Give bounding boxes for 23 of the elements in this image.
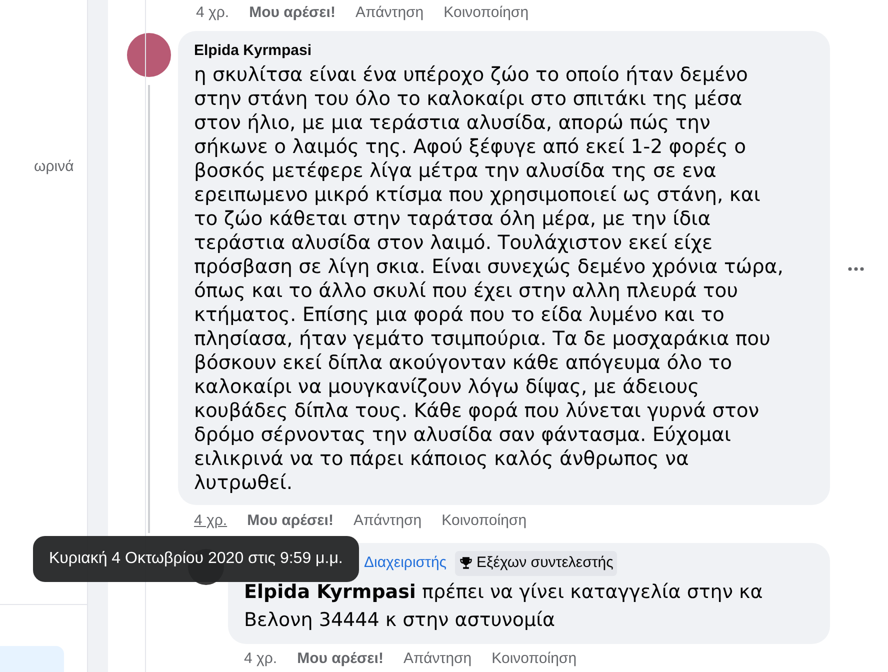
date-tooltip: Κυριακή 4 Οκτωβρίου 2020 στις 9:59 μ.μ. [33, 536, 359, 582]
role-label: Διαχειριστής [364, 553, 447, 573]
reply-link[interactable]: Απάντηση [353, 510, 422, 532]
sidebar-text: ωρινά [34, 158, 74, 175]
reply-link[interactable]: Απάντηση [403, 648, 472, 671]
more-icon[interactable] [848, 266, 864, 272]
reply-text: Elpida Kyrmpasi πρέπει να γίνει καταγγελία στην κα Βελονη 34444 κ στην αστυνομία [244, 580, 764, 632]
share-link[interactable]: Κοινοποίηση [444, 2, 529, 24]
like-link[interactable]: Μου αρέσει! [247, 510, 334, 532]
timestamp-link[interactable]: 4 χρ. [194, 510, 228, 532]
timestamp-link[interactable]: 4 χρ. [244, 648, 278, 671]
avatar[interactable] [127, 33, 171, 77]
timestamp-link[interactable]: 4 χρ. [196, 2, 230, 24]
comment-author[interactable]: Elpida Kyrmpasi [194, 41, 814, 61]
reply-link[interactable]: Απάντηση [355, 2, 424, 24]
share-link[interactable]: Κοινοποίηση [492, 648, 577, 671]
like-link[interactable]: Μου αρέσει! [249, 2, 336, 24]
trophy-icon [458, 556, 473, 570]
comment-text: η σκυλίτσα είναι ένα υπέροχο ζώο το οποίο ήταν δεμένο στην στάνη του όλο το καλοκαίρι στο σπιτάκι της μέσα στον ήλιο, με μια τεράστια αλυσίδα, απορώ πώς την σήκωνε ο λαιμός της. Αφού ξέφυγε από εκεί 1-2 φορές ο βοσκός μετέφερε λίγα μέτρα την αλυσίδα της σε ενα ερειπωμενο μικρό κτίσμα που χρησιμοποιεί ως στάνη, και το ζώο κάθεται στην ταράτσα όλη μέρα, με την ίδια τεράστια αλυσίδα στον λαιμό. Τουλάχιστον εκεί είχε πρόσβαση σε λίγη σκια. Είναι συνεχώς δεμένο χρόνια τώρα, όπως και το άλλο σκυλί που έχει στην αλλη πλευρά του κτήματος. Επίσης μια φορά που το είδα λυμένο και το πλησίασα, ήταν γεμάτο τσιμπούρια. Τα δε μοσχαράκια που βόσκουν εκεί δίπλα ακούγονταν κάθε απόγευμα όλο το καλοκαίρι να μουγκανίζουν λόγω δίψας, με άδειους κουβάδες δίπλα τους. Κάθε φορά που λύνεται γυρνά στον δρόμο σέρνοντας την αλυσίδα σαν φάντασμα. Εύχομαι ειλικρινά να το πάρει κάποιος καλός άνθρωπος να λυτρωθεί. [194, 63, 784, 495]
badge-label: Εξέχων συντελεστής [476, 553, 614, 573]
share-link[interactable]: Κοινοποίηση [442, 510, 527, 532]
like-link[interactable]: Μου αρέσει! [297, 648, 384, 671]
mention-link[interactable]: Elpida Kyrmpasi [244, 580, 416, 602]
